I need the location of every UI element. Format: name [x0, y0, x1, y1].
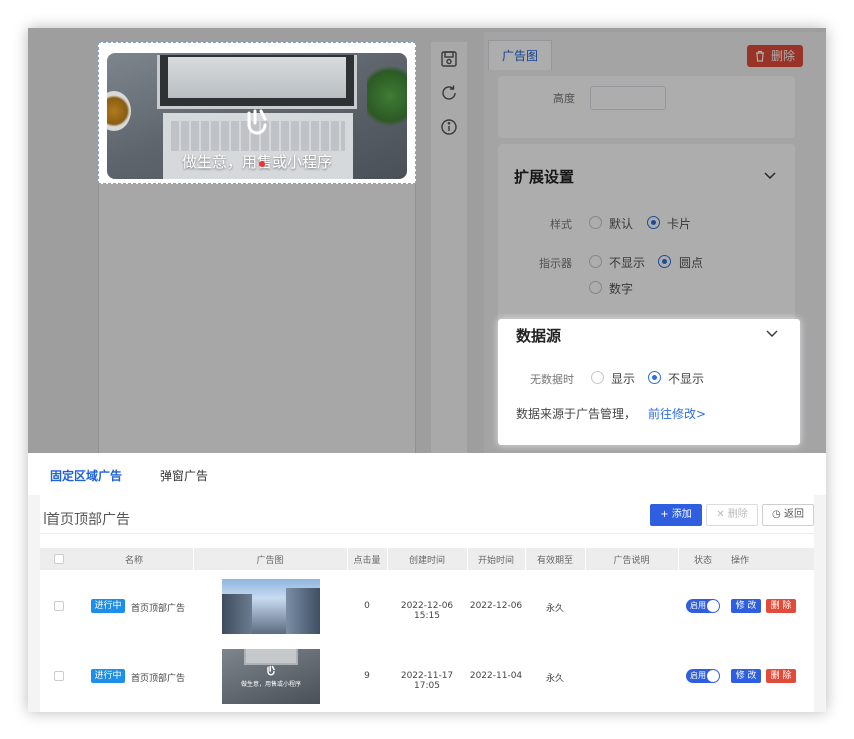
remove-button[interactable]: 删 除	[766, 599, 796, 613]
datasource-edit-link[interactable]: 前往修改>	[648, 405, 706, 422]
row-created: 2022-12-06 15:15	[400, 601, 454, 621]
datasource-card: 数据源 无数据时 显示 不显示 数据来源于广告管理， 前往修改>	[498, 319, 800, 445]
editor-area: 广告图 删除 高度 扩展设置 样式 默认 卡片 指示器 不显示 圆点 数字 做生…	[28, 28, 826, 453]
datasource-title: 数据源	[516, 327, 562, 345]
ad-list-panel: 首页顶部广告 + 添加 ✕ 删除 ◷ 返回 名称 广告图 点击量 创建时间 开始…	[40, 495, 814, 712]
ad-type-tabs: 固定区域广告 弹窗广告	[28, 453, 826, 495]
ad-list-area: 固定区域广告 弹窗广告 首页顶部广告 + 添加 ✕ 删除 ◷ 返回 名称 广告图…	[28, 453, 826, 712]
row-clicks: 9	[364, 671, 370, 681]
row-start: 2022-12-06	[469, 601, 523, 611]
add-button[interactable]: + 添加	[650, 504, 702, 526]
nodata-option-show: 显示	[611, 372, 636, 386]
cup-decoration	[107, 91, 131, 131]
plant-decoration	[367, 61, 407, 131]
nodata-radio-hide[interactable]	[648, 371, 661, 384]
status-badge: 进行中	[91, 599, 125, 613]
thumb-text: 做生意，用售或小程序	[240, 681, 301, 688]
info-icon[interactable]	[440, 118, 458, 136]
row-thumbnail	[222, 579, 320, 634]
row-expire: 永久	[545, 604, 564, 614]
col-actions: 操作	[730, 556, 749, 566]
row-name: 首页顶部广告	[131, 604, 186, 614]
style-radio-default[interactable]	[589, 216, 602, 229]
chevron-down-icon[interactable]	[766, 330, 778, 338]
mini-laptop-screen	[244, 649, 298, 665]
tab-ad-image[interactable]: 广告图	[488, 40, 552, 70]
col-expire: 有效期至	[536, 556, 573, 566]
banner-text: 做生意，用售或小程序	[181, 153, 332, 171]
col-image: 广告图	[256, 556, 284, 566]
style-label: 样式	[550, 218, 572, 231]
divider	[40, 533, 814, 534]
panel-title: 首页顶部广告	[44, 509, 130, 529]
extend-settings-title: 扩展设置	[514, 168, 575, 186]
edit-button[interactable]: 修 改	[731, 599, 761, 613]
laptop-screen	[157, 55, 357, 109]
enable-toggle[interactable]: 启用	[686, 599, 720, 613]
remove-button[interactable]: 删 除	[766, 669, 796, 683]
delete-label: 删除	[771, 49, 796, 63]
status-badge: 进行中	[91, 669, 125, 683]
indicator-option-dot: 圆点	[679, 256, 704, 270]
col-desc: 广告说明	[613, 556, 650, 566]
col-divider	[193, 548, 194, 570]
style-option-default: 默认	[609, 217, 634, 231]
nodata-radio-show[interactable]	[591, 371, 604, 384]
height-card: 高度	[498, 76, 795, 138]
nodata-label: 无数据时	[530, 373, 574, 386]
refresh-icon[interactable]	[440, 84, 458, 102]
tab-popup-ad[interactable]: 弹窗广告	[160, 467, 208, 484]
enable-toggle[interactable]: 启用	[686, 669, 720, 683]
delete-component-button[interactable]: 删除	[747, 45, 803, 67]
indicator-radio-none[interactable]	[589, 255, 602, 268]
row-checkbox[interactable]	[54, 671, 64, 681]
indicator-radio-dot[interactable]	[658, 255, 671, 268]
col-start: 开始时间	[477, 556, 514, 566]
preview-toolbar	[431, 42, 467, 453]
height-input[interactable]	[590, 86, 666, 110]
col-created: 创建时间	[408, 556, 445, 566]
table-row: 进行中 首页顶部广告 做生意，用售或小程序 9 2022-11-17 17:05…	[40, 646, 814, 712]
indicator-radio-number[interactable]	[589, 281, 602, 294]
indicator-dot	[259, 161, 265, 167]
chevron-down-icon[interactable]	[764, 172, 776, 180]
tab-fixed-ad[interactable]: 固定区域广告	[50, 467, 122, 484]
row-created: 2022-11-17 17:05	[400, 671, 454, 691]
col-name: 名称	[124, 556, 143, 566]
row-start: 2022-11-04	[469, 671, 523, 681]
col-status: 状态	[693, 556, 712, 566]
back-button[interactable]: ◷ 返回	[762, 504, 814, 526]
row-thumbnail: 做生意，用售或小程序	[222, 649, 320, 704]
col-clicks: 点击量	[353, 556, 381, 566]
select-all-checkbox[interactable]	[54, 554, 64, 564]
table-header: 名称 广告图 点击量 创建时间 开始时间 有效期至 广告说明 状态 操作	[40, 548, 814, 570]
indicator-label: 指示器	[539, 257, 572, 270]
edit-button[interactable]: 修 改	[731, 669, 761, 683]
app-window: 广告图 删除 高度 扩展设置 样式 默认 卡片 指示器 不显示 圆点 数字 做生…	[28, 28, 826, 712]
table-row: 进行中 首页顶部广告 0 2022-12-06 15:15 2022-12-06…	[40, 576, 814, 644]
logo-icon	[247, 109, 267, 135]
logo-icon	[267, 665, 275, 676]
style-radio-card[interactable]	[647, 216, 660, 229]
trash-icon	[756, 50, 764, 62]
row-name: 首页顶部广告	[131, 674, 186, 684]
row-clicks: 0	[364, 601, 370, 611]
indicator-option-none: 不显示	[609, 256, 646, 270]
indicator-option-number: 数字	[609, 282, 634, 296]
delete-button[interactable]: ✕ 删除	[706, 504, 758, 526]
banner-selection[interactable]: 做生意，用售或小程序	[98, 42, 416, 184]
row-expire: 永久	[545, 674, 564, 684]
height-label: 高度	[553, 92, 575, 105]
extend-settings-card: 扩展设置 样式 默认 卡片 指示器 不显示 圆点 数字	[498, 144, 795, 326]
banner-image: 做生意，用售或小程序	[107, 53, 407, 179]
datasource-note: 数据来源于广告管理，	[516, 407, 637, 421]
nodata-option-hide: 不显示	[668, 372, 705, 386]
style-option-card: 卡片	[667, 217, 692, 231]
row-checkbox[interactable]	[54, 601, 64, 611]
save-icon[interactable]	[440, 50, 458, 68]
